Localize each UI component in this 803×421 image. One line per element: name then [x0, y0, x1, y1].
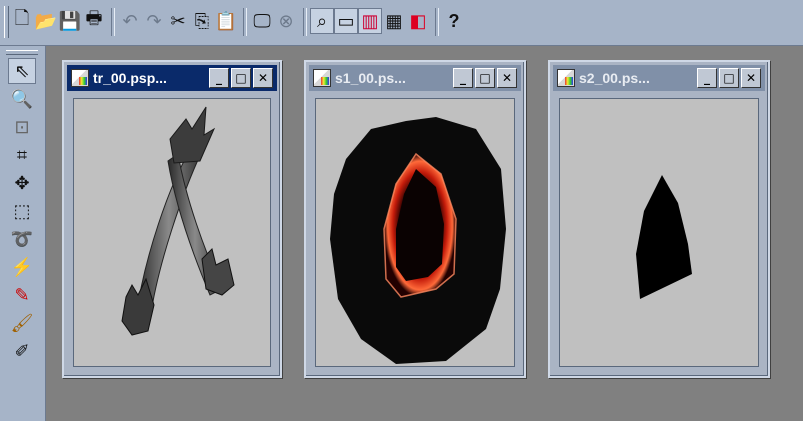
- fire-ring-image: [330, 117, 506, 364]
- image-canvas[interactable]: [73, 98, 271, 367]
- cut-icon[interactable]: ✂: [166, 8, 190, 34]
- deform-tool-icon[interactable]: ⊡: [8, 114, 36, 140]
- document-window-tr00[interactable]: tr_00.psp... _ □ ✕: [62, 60, 282, 378]
- dropper-tool-icon[interactable]: ✎: [8, 282, 36, 308]
- close-button[interactable]: ✕: [497, 68, 517, 88]
- clone-brush-icon[interactable]: ✐: [8, 338, 36, 364]
- save-icon[interactable]: 💾: [58, 8, 82, 34]
- minimize-button[interactable]: _: [209, 68, 229, 88]
- document-icon: [557, 69, 575, 87]
- arch-image: [121, 106, 235, 336]
- maximize-button[interactable]: □: [231, 68, 251, 88]
- copy-icon[interactable]: ⎘: [190, 8, 214, 34]
- toolbar-separator: [243, 8, 247, 36]
- move-tool-icon[interactable]: ✥: [8, 170, 36, 196]
- zoom-tool-icon[interactable]: 🔍: [8, 86, 36, 112]
- maximize-button[interactable]: □: [719, 68, 739, 88]
- window-titlebar[interactable]: s2_00.ps... _ □ ✕: [553, 65, 765, 91]
- arrow-tool-icon[interactable]: ⇖: [8, 58, 36, 84]
- freehand-lasso-icon[interactable]: ➰: [8, 226, 36, 252]
- image-canvas[interactable]: [559, 98, 759, 367]
- main-toolbar: 🗋 📂 💾 🖶 ↶ ↷ ✂ ⎘ 📋 🖵 ⊗ ⌕ ▭ ▥ ▦ ◧ ?: [0, 0, 803, 46]
- toolbar-separator: [303, 8, 307, 36]
- shard-image: [636, 175, 692, 299]
- toggle-color-palette-icon[interactable]: ▥: [358, 8, 382, 34]
- close-button[interactable]: ✕: [253, 68, 273, 88]
- toggle-histogram-icon[interactable]: ▦: [382, 8, 406, 34]
- window-titlebar[interactable]: tr_00.psp... _ □ ✕: [67, 65, 277, 91]
- paintbrush-tool-icon[interactable]: 🖌: [8, 310, 36, 336]
- toggle-layer-palette-icon[interactable]: ◧: [406, 8, 430, 34]
- minimize-button[interactable]: _: [453, 68, 473, 88]
- tool-palette: ⇖ 🔍 ⊡ ⌗ ✥ ⬚ ➰ ⚡ ✎ 🖌 ✐: [0, 46, 46, 421]
- window-title: s1_00.ps...: [335, 70, 406, 86]
- document-window-s100[interactable]: s1_00.ps... _ □ ✕: [304, 60, 526, 378]
- maximize-button[interactable]: □: [475, 68, 495, 88]
- crop-tool-icon[interactable]: ⌗: [8, 142, 36, 168]
- toolbar-separator: [111, 8, 115, 36]
- toolbar-separator: [435, 8, 439, 36]
- toolbar-grip[interactable]: [4, 6, 9, 38]
- document-icon: [71, 69, 89, 87]
- window-title: s2_00.ps...: [579, 70, 650, 86]
- full-screen-preview-icon[interactable]: 🖵: [250, 8, 274, 34]
- image-canvas[interactable]: [315, 98, 515, 367]
- document-window-s200[interactable]: s2_00.ps... _ □ ✕: [548, 60, 770, 378]
- selection-tool-icon[interactable]: ⬚: [8, 198, 36, 224]
- toggle-tool-options-icon[interactable]: ▭: [334, 8, 358, 34]
- print-icon[interactable]: 🖶: [82, 8, 106, 34]
- window-titlebar[interactable]: s1_00.ps... _ □ ✕: [309, 65, 521, 91]
- context-help-icon[interactable]: ?: [442, 8, 466, 34]
- window-title: tr_00.psp...: [93, 70, 167, 86]
- redo-icon[interactable]: ↷: [142, 8, 166, 34]
- paste-icon[interactable]: 📋: [214, 8, 238, 34]
- undo-icon[interactable]: ↶: [118, 8, 142, 34]
- normal-viewing-icon[interactable]: ⊗: [274, 8, 298, 34]
- open-icon[interactable]: 📂: [34, 8, 58, 34]
- toggle-tool-palette-icon[interactable]: ⌕: [310, 8, 334, 34]
- new-icon[interactable]: 🗋: [10, 8, 34, 34]
- close-button[interactable]: ✕: [741, 68, 761, 88]
- palette-grip[interactable]: [6, 50, 38, 55]
- minimize-button[interactable]: _: [697, 68, 717, 88]
- magic-wand-icon[interactable]: ⚡: [8, 254, 36, 280]
- document-icon: [313, 69, 331, 87]
